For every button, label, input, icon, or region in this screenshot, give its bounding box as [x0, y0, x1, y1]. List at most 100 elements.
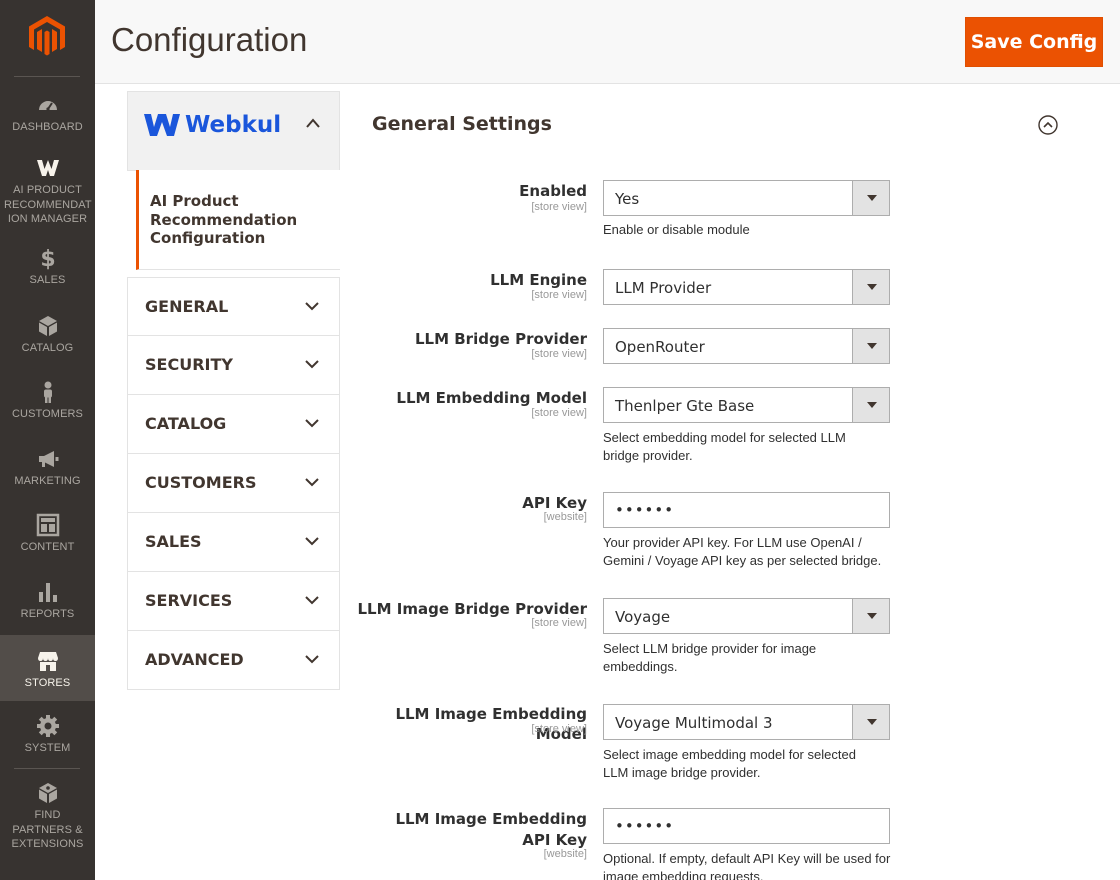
nav-item-reports[interactable]: REPORTS — [0, 580, 95, 622]
field-note: Select LLM bridge provider for image emb… — [603, 641, 817, 674]
gear-icon — [36, 714, 60, 738]
tab-label: CATALOG — [145, 414, 227, 433]
tab-label: GENERAL — [145, 297, 229, 316]
nav-item-catalog[interactable]: CATALOG — [0, 314, 95, 356]
field-scope: [store view] — [531, 289, 587, 301]
field-scope: [store view] — [531, 617, 587, 629]
tab-group-customers[interactable]: CUSTOMERS — [127, 454, 340, 513]
field-label-llm-embedding-model: LLM Embedding Model — [396, 389, 587, 407]
select-value: Thenlper Gte Base — [615, 397, 755, 415]
layout-icon — [36, 513, 60, 537]
dashboard-icon — [36, 93, 60, 117]
nav-label: AI PRODUCT RECOMMENDAT ION MANAGER — [4, 184, 92, 225]
select-enabled[interactable]: Yes — [603, 180, 890, 216]
field-note: Your provider API key. For LLM use OpenA… — [603, 535, 882, 568]
nav-item-customers[interactable]: CUSTOMERS — [0, 380, 95, 422]
select-llm-image-embedding-model[interactable]: Voyage Multimodal 3 — [603, 704, 890, 740]
dollar-icon: $ — [36, 246, 60, 270]
select-llm-bridge-provider[interactable]: OpenRouter — [603, 328, 890, 364]
nav-label: CUSTOMERS — [12, 408, 83, 420]
select-value: LLM Provider — [615, 279, 712, 297]
page-header: Configuration Save Config — [95, 0, 1120, 84]
chevron-down-icon — [305, 655, 319, 664]
tab-ai-product-recommendation-configuration[interactable]: AI Product Recommendation Configuration — [136, 170, 340, 270]
select-llm-engine[interactable]: LLM Provider — [603, 269, 890, 305]
webkul-w-icon — [144, 114, 180, 136]
chevron-down-icon — [305, 419, 319, 428]
main-content: Webkul AI Product Recommendation Configu… — [95, 84, 1120, 880]
tab-group-catalog[interactable]: CATALOG — [127, 395, 340, 454]
select-value: Voyage — [615, 608, 671, 626]
nav-divider — [14, 76, 80, 77]
nav-item-ai-product-recommendation[interactable]: AI PRODUCT RECOMMENDAT ION MANAGER — [0, 156, 95, 227]
field-note: Select embedding model for selected LLM … — [603, 430, 846, 463]
select-llm-image-bridge-provider[interactable]: Voyage — [603, 598, 890, 634]
nav-item-dashboard[interactable]: DASHBOARD — [0, 93, 95, 135]
dropdown-arrow-icon — [852, 181, 889, 215]
bar-chart-icon — [36, 580, 60, 604]
nav-item-find-partners[interactable]: FIND PARTNERS & EXTENSIONS — [0, 781, 95, 852]
megaphone-icon — [36, 447, 60, 471]
field-label-llm-bridge-provider: LLM Bridge Provider — [414, 330, 587, 348]
nav-item-system[interactable]: SYSTEM — [0, 714, 95, 756]
nav-item-stores[interactable]: STORES — [0, 635, 95, 701]
nav-item-marketing[interactable]: MARKETING — [0, 447, 95, 489]
collapse-section-icon[interactable] — [1038, 115, 1058, 135]
field-label-api-key: API Key — [522, 494, 587, 512]
field-scope: [website] — [543, 511, 587, 523]
field-note: Optional. If empty, default API Key will… — [603, 851, 891, 880]
chevron-up-icon — [306, 118, 320, 128]
chevron-down-icon — [305, 596, 319, 605]
dropdown-arrow-icon — [852, 329, 889, 363]
nav-label: CONTENT — [20, 541, 75, 553]
dropdown-arrow-icon — [852, 388, 889, 422]
input-value: •••••• — [615, 501, 675, 519]
person-icon — [36, 380, 60, 404]
nav-label: SYSTEM — [24, 742, 71, 754]
select-llm-embedding-model[interactable]: Thenlper Gte Base — [603, 387, 890, 423]
dropdown-arrow-icon — [852, 599, 889, 633]
field-label-enabled: Enabled — [519, 182, 587, 200]
nav-label: MARKETING — [14, 475, 81, 487]
input-value: •••••• — [615, 817, 675, 835]
field-scope: [store view] — [531, 723, 587, 735]
save-config-button[interactable]: Save Config — [965, 17, 1103, 67]
nav-label: REPORTS — [20, 608, 75, 620]
field-scope: [website] — [543, 848, 587, 860]
select-value: OpenRouter — [615, 338, 705, 356]
nav-label: STORES — [24, 677, 71, 689]
tab-group-sales[interactable]: SALES — [127, 513, 340, 572]
box-icon — [36, 781, 60, 805]
page-title: Configuration — [111, 21, 308, 58]
admin-sidebar: DASHBOARD AI PRODUCT RECOMMENDAT ION MAN… — [0, 0, 95, 880]
magento-logo-icon[interactable] — [27, 14, 67, 58]
image-embedding-api-key-input[interactable]: •••••• — [603, 808, 890, 844]
webkul-logo: Webkul — [144, 112, 281, 138]
dropdown-arrow-icon — [852, 270, 889, 304]
tab-group-webkul[interactable]: Webkul — [127, 91, 340, 171]
chevron-down-icon — [305, 360, 319, 369]
nav-item-content[interactable]: CONTENT — [0, 513, 95, 555]
field-note: Enable or disable module — [603, 222, 750, 237]
field-scope: [store view] — [531, 348, 587, 360]
tab-label: SERVICES — [145, 591, 233, 610]
tab-group-advanced[interactable]: ADVANCED — [127, 631, 340, 690]
tab-group-services[interactable]: SERVICES — [127, 572, 340, 631]
nav-label: SALES — [29, 274, 66, 286]
field-label-llm-engine: LLM Engine — [490, 271, 587, 289]
nav-label: DASHBOARD — [12, 121, 83, 133]
tab-label: ADVANCED — [145, 650, 244, 669]
nav-label: FIND PARTNERS & EXTENSIONS — [11, 809, 84, 850]
tab-group-general[interactable]: GENERAL — [127, 277, 340, 336]
nav-divider — [14, 768, 80, 769]
sub-item-label: AI Product Recommendation Configuration — [150, 192, 298, 247]
chevron-down-icon — [305, 302, 319, 311]
store-icon — [36, 649, 60, 673]
section-title[interactable]: General Settings — [372, 113, 552, 135]
field-scope: [store view] — [531, 407, 587, 419]
field-label-llm-image-embedding-api-key: LLM Image Embedding API Key — [395, 810, 587, 849]
tab-label: CUSTOMERS — [145, 473, 257, 492]
tab-group-security[interactable]: SECURITY — [127, 336, 340, 395]
api-key-input[interactable]: •••••• — [603, 492, 890, 528]
nav-item-sales[interactable]: $ SALES — [0, 246, 95, 288]
